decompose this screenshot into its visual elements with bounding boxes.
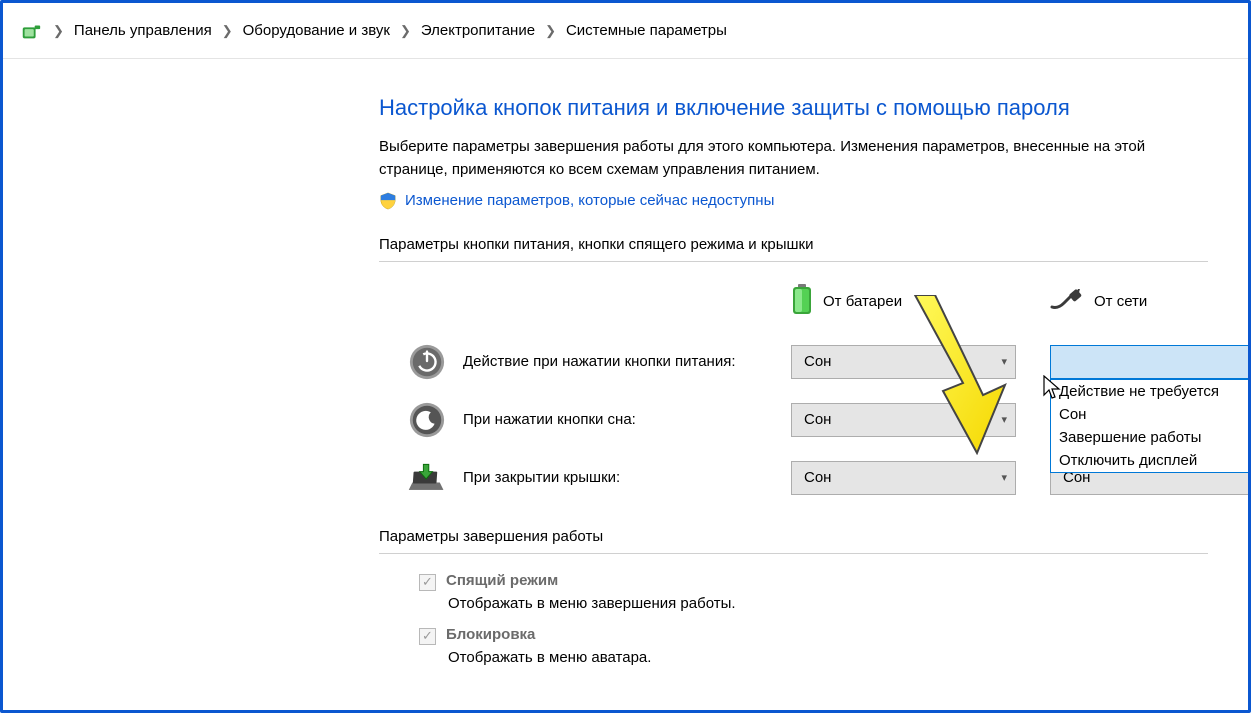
chevron-down-icon: ▾ <box>1001 355 1007 368</box>
power-plug-icon <box>1050 289 1084 315</box>
uac-shield-icon <box>379 192 397 210</box>
column-header-plugged: От сети <box>1050 280 1251 324</box>
laptop-lid-icon <box>407 458 447 498</box>
power-button-icon <box>407 342 447 382</box>
dropdown-option[interactable]: Действие не требуется <box>1051 380 1251 403</box>
shutdown-section-label: Параметры завершения работы <box>379 528 1208 545</box>
battery-icon <box>791 284 813 320</box>
content-area: Настройка кнопок питания и включение защ… <box>3 59 1248 666</box>
breadcrumb-power-options[interactable]: Электропитание <box>417 20 539 41</box>
chevron-right-icon: ❯ <box>222 23 233 39</box>
uac-link-text: Изменение параметров, которые сейчас нед… <box>405 192 774 209</box>
column-header-battery-text: От батареи <box>823 293 902 310</box>
checkbox-icon: ✓ <box>419 628 436 645</box>
dropdown-option[interactable]: Сон <box>1051 403 1251 426</box>
column-header-plugged-text: От сети <box>1094 293 1147 310</box>
combo-lid-battery[interactable]: Сон ▾ <box>791 461 1016 495</box>
uac-change-settings-link[interactable]: Изменение параметров, которые сейчас нед… <box>379 192 1208 210</box>
breadcrumb-system-settings[interactable]: Системные параметры <box>562 20 731 41</box>
row-sleep-button-label: При нажатии кнопки сна: <box>463 411 636 428</box>
chevron-down-icon: ▾ <box>1001 413 1007 426</box>
chevron-right-icon: ❯ <box>400 23 411 39</box>
dropdown-option[interactable]: Завершение работы <box>1051 426 1251 449</box>
breadcrumb-control-panel[interactable]: Панель управления <box>70 20 216 41</box>
checkbox-icon: ✓ <box>419 574 436 591</box>
control-panel-icon <box>19 19 43 43</box>
chevron-right-icon: ❯ <box>53 23 64 39</box>
shutdown-options: ✓ Спящий режим Отображать в меню заверше… <box>419 572 1208 666</box>
control-panel-window: ❯ Панель управления ❯ Оборудование и зву… <box>0 0 1251 713</box>
combo-value: Сон <box>804 469 831 486</box>
buttons-section-label: Параметры кнопки питания, кнопки спящего… <box>379 236 1208 253</box>
row-lid-close-label: При закрытии крышки: <box>463 469 620 486</box>
checkbox-sleep-label: Спящий режим <box>446 572 558 589</box>
combo-dropdown: Действие не требуется Сон Завершение раб… <box>1050 379 1251 473</box>
section-divider <box>379 553 1208 554</box>
combo-power-button-plugged[interactable]: ▾ Действие не требуется Сон Завершение р… <box>1050 345 1251 379</box>
row-power-button-label: Действие при нажатии кнопки питания: <box>463 353 736 370</box>
sleep-button-icon <box>407 400 447 440</box>
row-power-button: Действие при нажатии кнопки питания: <box>407 342 757 382</box>
combo-power-button-battery[interactable]: Сон ▾ <box>791 345 1016 379</box>
power-settings-grid: От батареи От сети <box>407 280 1208 498</box>
chevron-down-icon: ▾ <box>1001 471 1007 484</box>
checkbox-lock-label: Блокировка <box>446 626 535 643</box>
combo-sleep-button-battery[interactable]: Сон ▾ <box>791 403 1016 437</box>
checkbox-lock[interactable]: ✓ Блокировка <box>419 626 1208 645</box>
page-title: Настройка кнопок питания и включение защ… <box>379 95 1208 121</box>
row-sleep-button: При нажатии кнопки сна: <box>407 400 757 440</box>
row-lid-close: При закрытии крышки: <box>407 458 757 498</box>
checkbox-lock-desc: Отображать в меню аватара. <box>448 649 1208 666</box>
chevron-right-icon: ❯ <box>545 23 556 39</box>
breadcrumb-bar: ❯ Панель управления ❯ Оборудование и зву… <box>3 3 1248 59</box>
combo-value: Сон <box>804 353 831 370</box>
dropdown-option[interactable]: Отключить дисплей <box>1051 449 1251 472</box>
breadcrumb-hardware-sound[interactable]: Оборудование и звук <box>239 20 394 41</box>
column-header-battery: От батареи <box>791 280 1016 324</box>
checkbox-sleep-desc: Отображать в меню завершения работы. <box>448 595 1208 612</box>
page-description: Выберите параметры завершения работы для… <box>379 135 1208 182</box>
checkbox-sleep[interactable]: ✓ Спящий режим <box>419 572 1208 591</box>
combo-value: Сон <box>804 411 831 428</box>
section-divider <box>379 261 1208 262</box>
